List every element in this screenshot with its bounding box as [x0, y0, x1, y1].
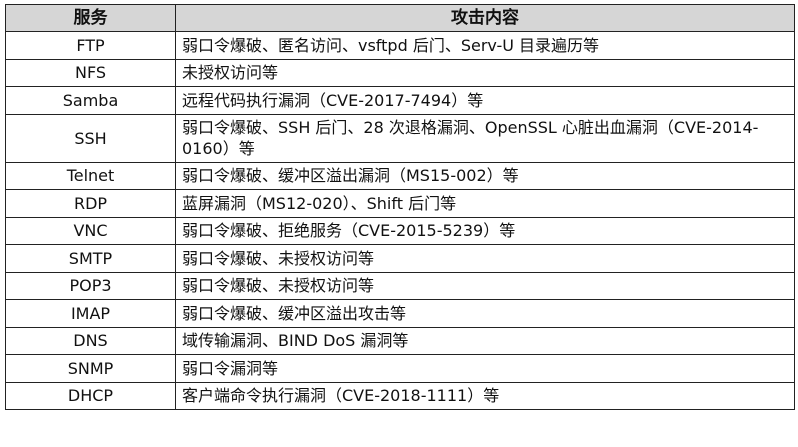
attack-cell: 弱口令漏洞等 — [175, 354, 795, 383]
service-cell: NFS — [5, 58, 176, 87]
service-cell: IMAP — [5, 299, 176, 328]
table-row: SNMP 弱口令漏洞等 — [5, 354, 795, 383]
attack-cell: 弱口令爆破、未授权访问等 — [175, 271, 795, 300]
service-cell: Telnet — [5, 161, 176, 190]
attack-cell: 未授权访问等 — [175, 58, 795, 87]
service-cell: DNS — [5, 326, 176, 355]
service-cell: SNMP — [5, 354, 176, 383]
service-cell: DHCP — [5, 381, 176, 410]
attack-cell: 弱口令爆破、匿名访问、vsftpd 后门、Serv-U 目录遍历等 — [175, 31, 795, 60]
table-row: VNC 弱口令爆破、拒绝服务（CVE-2015-5239）等 — [5, 216, 795, 245]
service-attack-table: 服务 攻击内容 FTP 弱口令爆破、匿名访问、vsftpd 后门、Serv-U … — [5, 4, 795, 410]
table-row: RDP 蓝屏漏洞（MS12-020）、Shift 后门等 — [5, 189, 795, 218]
header-attack: 攻击内容 — [175, 4, 795, 32]
table-header-row: 服务 攻击内容 — [5, 4, 795, 32]
attack-cell: 弱口令爆破、缓冲区溢出漏洞（MS15-002）等 — [175, 161, 795, 190]
table-row: SMTP 弱口令爆破、未授权访问等 — [5, 244, 795, 273]
table-row: IMAP 弱口令爆破、缓冲区溢出攻击等 — [5, 299, 795, 328]
table-row: DNS 域传输漏洞、BIND DoS 漏洞等 — [5, 326, 795, 355]
attack-cell: 蓝屏漏洞（MS12-020）、Shift 后门等 — [175, 189, 795, 218]
table-row: FTP 弱口令爆破、匿名访问、vsftpd 后门、Serv-U 目录遍历等 — [5, 31, 795, 60]
service-cell: FTP — [5, 31, 176, 60]
service-cell: SSH — [5, 113, 176, 163]
header-service: 服务 — [5, 4, 176, 32]
service-cell: SMTP — [5, 244, 176, 273]
table-row: Telnet 弱口令爆破、缓冲区溢出漏洞（MS15-002）等 — [5, 161, 795, 190]
attack-cell: 域传输漏洞、BIND DoS 漏洞等 — [175, 326, 795, 355]
attack-cell: 弱口令爆破、拒绝服务（CVE-2015-5239）等 — [175, 216, 795, 245]
table-row: Samba 远程代码执行漏洞（CVE-2017-7494）等 — [5, 86, 795, 115]
service-cell: VNC — [5, 216, 176, 245]
table-row: DHCP 客户端命令执行漏洞（CVE-2018-1111）等 — [5, 381, 795, 410]
service-attack-table-container: 服务 攻击内容 FTP 弱口令爆破、匿名访问、vsftpd 后门、Serv-U … — [5, 4, 795, 410]
table-row: SSH 弱口令爆破、SSH 后门、28 次退格漏洞、OpenSSL 心脏出血漏洞… — [5, 113, 795, 163]
attack-cell: 远程代码执行漏洞（CVE-2017-7494）等 — [175, 86, 795, 115]
service-cell: POP3 — [5, 271, 176, 300]
table-row: POP3 弱口令爆破、未授权访问等 — [5, 271, 795, 300]
service-cell: RDP — [5, 189, 176, 218]
service-cell: Samba — [5, 86, 176, 115]
table-row: NFS 未授权访问等 — [5, 58, 795, 87]
attack-cell: 弱口令爆破、SSH 后门、28 次退格漏洞、OpenSSL 心脏出血漏洞（CVE… — [175, 113, 795, 163]
attack-cell: 弱口令爆破、缓冲区溢出攻击等 — [175, 299, 795, 328]
attack-cell: 弱口令爆破、未授权访问等 — [175, 244, 795, 273]
attack-cell: 客户端命令执行漏洞（CVE-2018-1111）等 — [175, 381, 795, 410]
